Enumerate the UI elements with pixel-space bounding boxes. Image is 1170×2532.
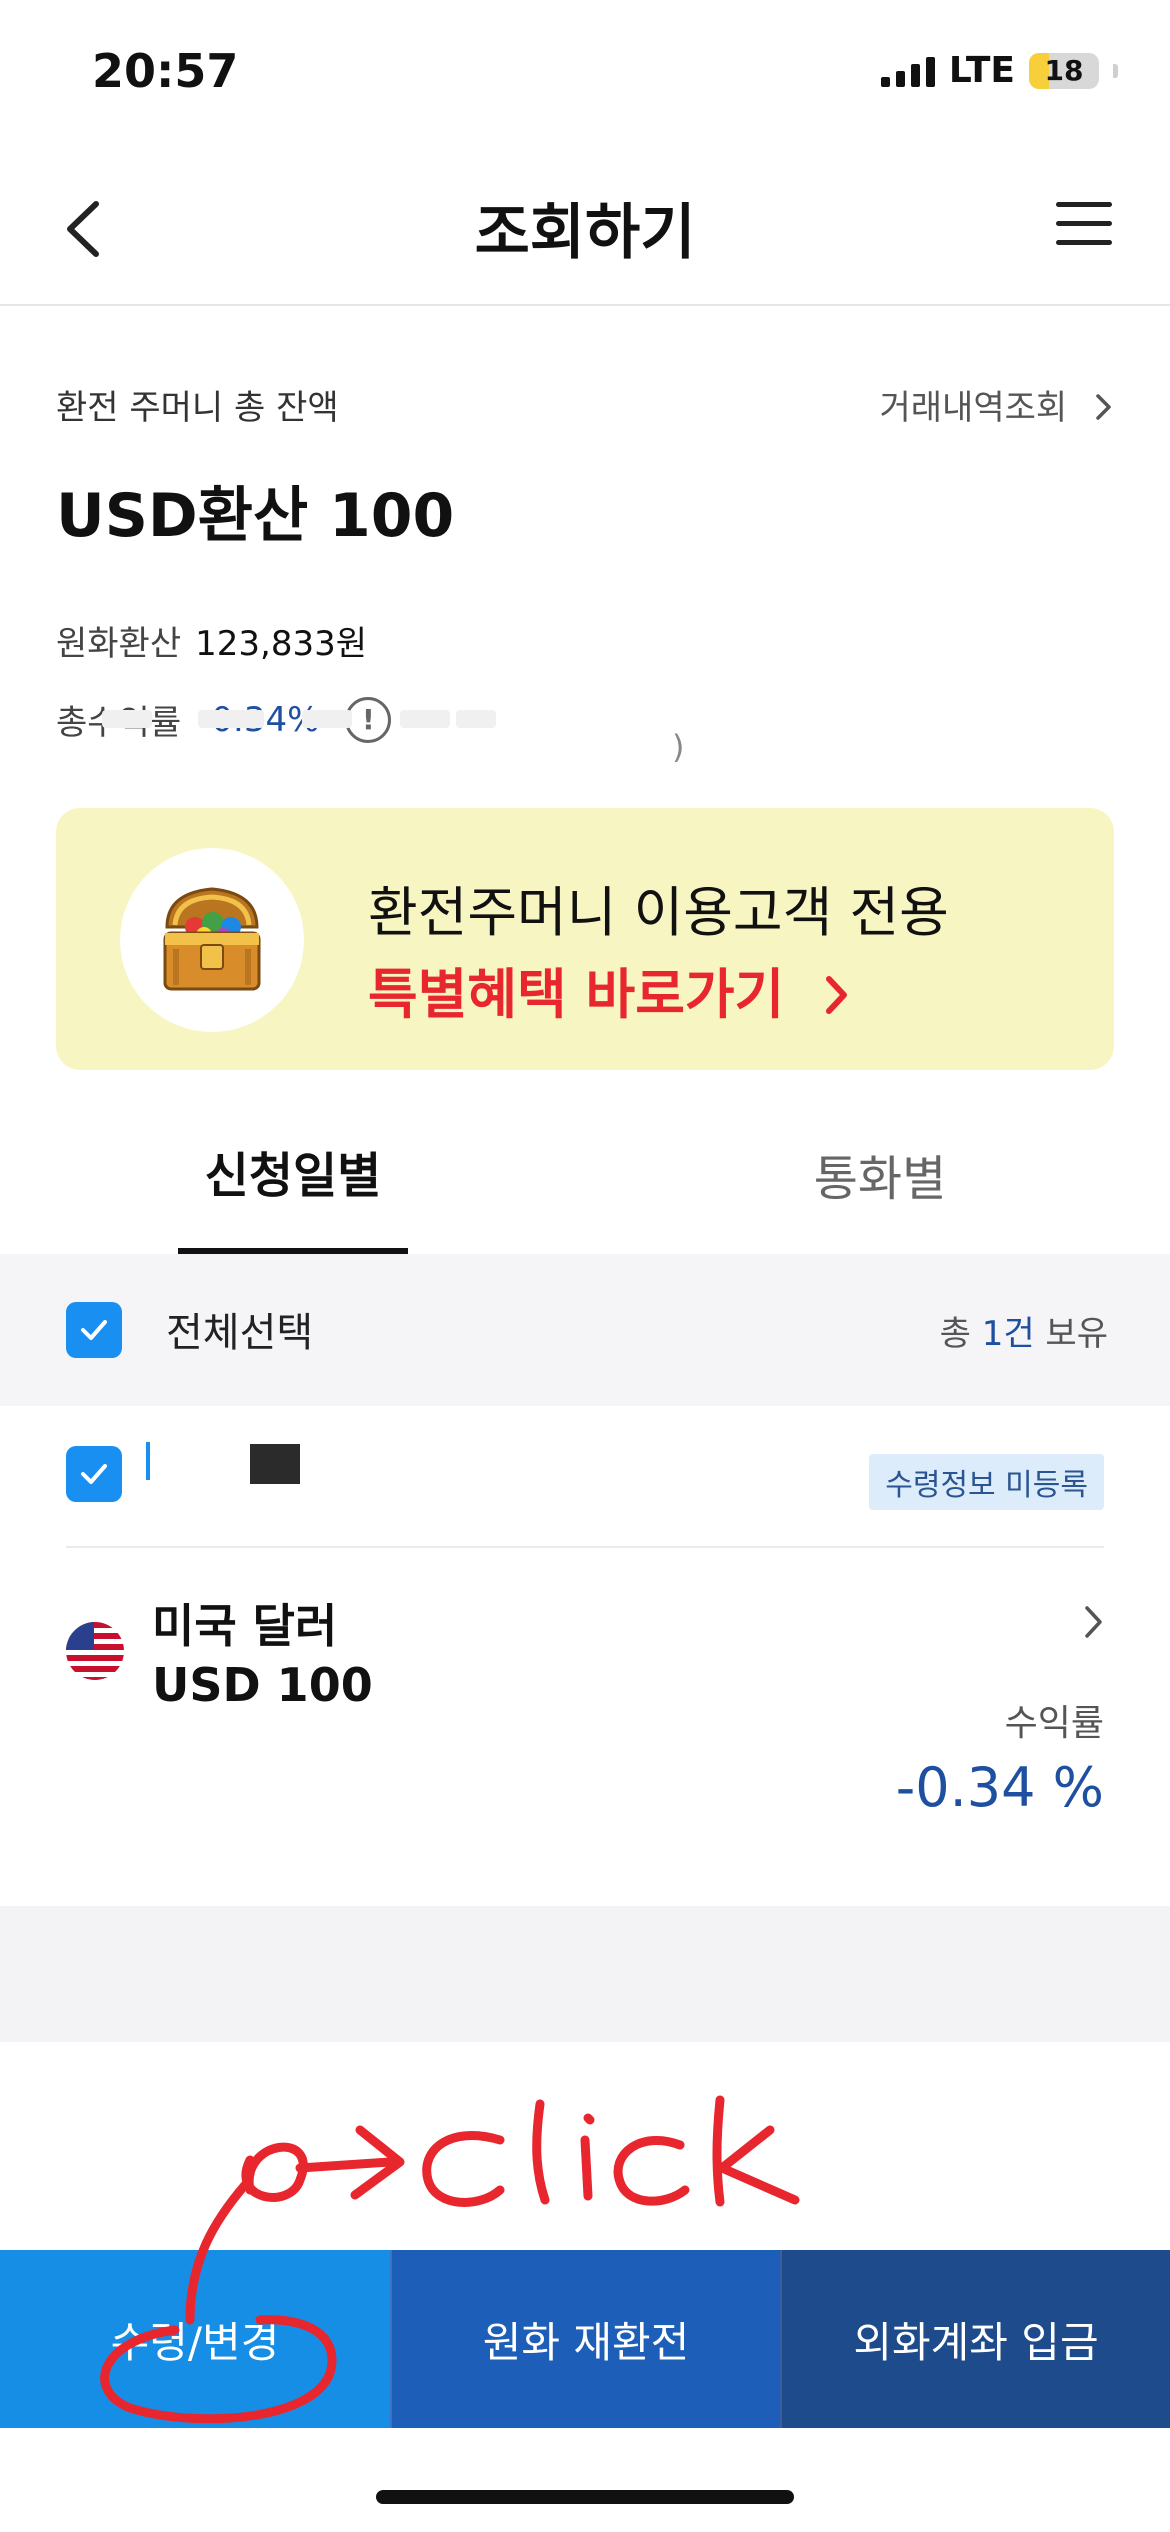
krw-label: 원화환산 bbox=[56, 624, 182, 664]
select-all-checkbox[interactable] bbox=[66, 1302, 122, 1358]
checkmark-icon bbox=[81, 1464, 107, 1484]
holdings-count: 총 1건 보유 bbox=[940, 1306, 1108, 1355]
promo-title: 환전주머니 이용고객 전용 bbox=[368, 881, 949, 944]
divider bbox=[66, 1546, 1104, 1548]
redacted-block bbox=[250, 1444, 300, 1484]
checkmark-icon bbox=[81, 1320, 107, 1340]
bottom-action-bar: 수령/변경 원화 재환전 외화계좌 입금 bbox=[0, 2250, 1170, 2428]
item-checkbox[interactable] bbox=[66, 1446, 122, 1502]
promo-banner[interactable]: 환전주머니 이용고객 전용 특별혜택 바로가기 bbox=[56, 808, 1114, 1070]
chevron-right-icon bbox=[1096, 394, 1111, 420]
page-title: 조회하기 bbox=[474, 198, 696, 268]
currency-name: 미국 달러 bbox=[152, 1599, 338, 1653]
us-flag-icon bbox=[66, 1622, 124, 1680]
obscured-paren: ) bbox=[672, 728, 685, 766]
battery-icon: 18 bbox=[1029, 52, 1099, 89]
krw-equivalent: 원화환산 123,833원 bbox=[56, 616, 1114, 665]
network-label: LTE bbox=[948, 50, 1015, 91]
select-all-label: 전체선택 bbox=[166, 1310, 314, 1356]
reexchange-krw-button[interactable]: 원화 재환전 bbox=[390, 2250, 780, 2428]
chevron-right-icon[interactable] bbox=[1078, 1602, 1108, 1642]
item-rate-value: -0.34 % bbox=[895, 1756, 1104, 1819]
holdings-suffix: 보유 bbox=[1034, 1314, 1108, 1354]
status-time: 20:57 bbox=[92, 44, 239, 98]
holdings-prefix: 총 bbox=[939, 1314, 982, 1354]
holdings-number: 1건 bbox=[981, 1314, 1035, 1354]
list-header: 전체선택 총 1건 보유 bbox=[0, 1254, 1170, 1406]
tab-by-currency[interactable]: 통화별 bbox=[760, 1094, 1000, 1254]
promo-link[interactable]: 특별혜택 바로가기 bbox=[368, 950, 851, 1029]
history-link-label: 거래내역조회 bbox=[879, 388, 1068, 428]
promo-link-label: 특별혜택 바로가기 bbox=[368, 963, 785, 1026]
home-indicator bbox=[376, 2490, 794, 2504]
hamburger-menu-icon[interactable] bbox=[1056, 202, 1112, 248]
foreign-account-deposit-button[interactable]: 외화계좌 입금 bbox=[780, 2250, 1170, 2428]
text-cursor bbox=[146, 1442, 150, 1480]
tab-by-date[interactable]: 신청일별 bbox=[178, 1094, 408, 1254]
currency-amount: USD 100 bbox=[152, 1658, 373, 1712]
status-bar: 20:57 LTE 18 bbox=[0, 0, 1170, 150]
status-indicators: LTE 18 bbox=[880, 50, 1118, 91]
krw-value: 123,833원 bbox=[195, 624, 368, 664]
chevron-right-icon bbox=[826, 976, 848, 1014]
view-tabs: 신청일별 통화별 bbox=[0, 1094, 1170, 1254]
nav-bar: 조회하기 bbox=[0, 150, 1170, 306]
item-rate-label: 수익률 bbox=[1004, 1703, 1104, 1744]
balance-summary: 환전 주머니 총 잔액 거래내역조회 USD환산 100 원화환산 123,833… bbox=[56, 380, 1114, 744]
obscured-text bbox=[56, 704, 856, 734]
battery-cap bbox=[1113, 63, 1118, 78]
treasure-chest-icon bbox=[120, 848, 304, 1032]
battery-level: 18 bbox=[1044, 54, 1084, 87]
signal-icon bbox=[880, 55, 935, 87]
status-badge: 수령정보 미등록 bbox=[869, 1454, 1104, 1510]
section-divider bbox=[0, 1906, 1170, 2042]
receive-change-button[interactable]: 수령/변경 bbox=[0, 2250, 390, 2428]
list-item: 수령정보 미등록 미국 달러 USD 100 수익률 -0.34 % bbox=[0, 1406, 1170, 1906]
balance-amount: USD환산 100 bbox=[56, 481, 455, 551]
transaction-history-link[interactable]: 거래내역조회 bbox=[880, 380, 1115, 429]
